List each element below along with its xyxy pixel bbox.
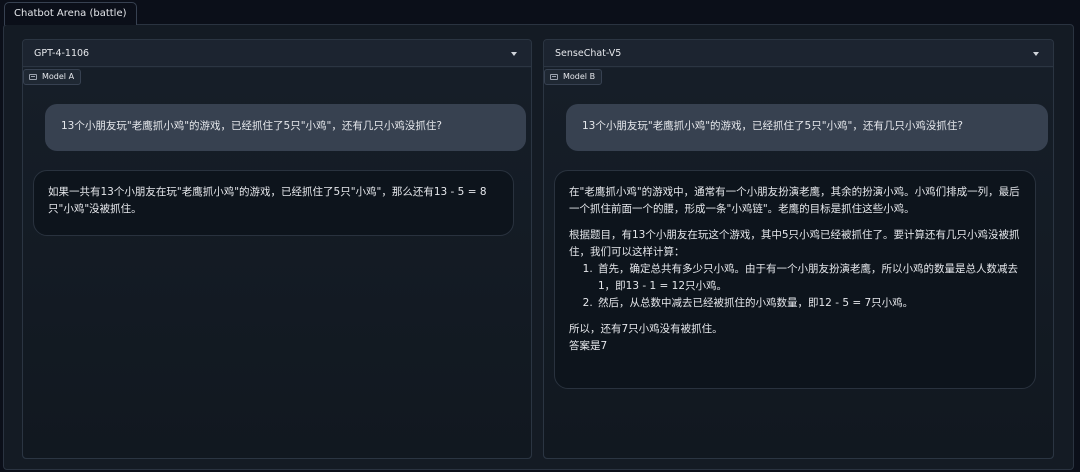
message-paragraph: 根据题目，有13个小朋友在玩这个游戏，其中5只小鸡已经被抓住了。要计算还有几只小… (569, 229, 1020, 258)
message-text: 13个小朋友玩"老鹰抓小鸡"的游戏，已经抓住了5只"小鸡"，还有几只小鸡没抓住? (582, 120, 963, 132)
chevron-down-icon (1033, 52, 1039, 56)
model-a-label: Model A (23, 69, 82, 85)
steps-list: 首先，确定总共有多少只小鸡。由于有一个小朋友扮演老鹰，所以小鸡的数量是总人数减去… (569, 261, 1021, 312)
list-item: 首先，确定总共有多少只小鸡。由于有一个小朋友扮演老鹰，所以小鸡的数量是总人数减去… (596, 261, 1021, 295)
model-b-selected-value: SenseChat-V5 (555, 48, 622, 59)
model-b-chatbot: Model B 13个小朋友玩"老鹰抓小鸡"的游戏，已经抓住了5只"小鸡"，还有… (544, 68, 1053, 458)
model-b-label: Model B (544, 69, 603, 85)
model-a-user-message: 13个小朋友玩"老鹰抓小鸡"的游戏，已经抓住了5只"小鸡"，还有几只小鸡没抓住? (45, 104, 526, 151)
message-paragraph: 在"老鹰抓小鸡"的游戏中，通常有一个小朋友扮演老鹰，其余的扮演小鸡。小鸡们排成一… (569, 186, 1020, 215)
model-a-chatbot: Model A 13个小朋友玩"老鹰抓小鸡"的游戏，已经抓住了5只"小鸡"，还有… (23, 68, 531, 458)
model-b-label-text: Model B (563, 72, 596, 81)
model-a-selector[interactable]: GPT-4-1106 (23, 40, 531, 67)
list-item: 然后，从总数中减去已经被抓住的小鸡数量，即12 - 5 = 7只小鸡。 (596, 295, 1021, 312)
message-paragraph: 答案是7 (569, 340, 608, 352)
chat-icon (29, 74, 37, 80)
message-paragraph: 所以，还有7只小鸡没有被抓住。 (569, 323, 723, 335)
tab-chatbot-arena-battle[interactable]: Chatbot Arena (battle) (4, 2, 137, 25)
model-a-selected-value: GPT-4-1106 (34, 48, 90, 59)
model-b-selector[interactable]: SenseChat-V5 (544, 40, 1053, 67)
model-b-bot-message: 在"老鹰抓小鸡"的游戏中，通常有一个小朋友扮演老鹰，其余的扮演小鸡。小鸡们排成一… (554, 170, 1036, 389)
model-a-label-text: Model A (42, 72, 75, 81)
tab-bar: Chatbot Arena (battle) (0, 0, 1080, 25)
model-b-column: SenseChat-V5 Model B 13个小朋友玩"老鹰抓小鸡"的游戏，已… (543, 39, 1054, 459)
chevron-down-icon (511, 52, 517, 56)
message-text: 13个小朋友玩"老鹰抓小鸡"的游戏，已经抓住了5只"小鸡"，还有几只小鸡没抓住? (61, 120, 442, 132)
model-b-user-message: 13个小朋友玩"老鹰抓小鸡"的游戏，已经抓住了5只"小鸡"，还有几只小鸡没抓住? (566, 104, 1048, 151)
message-text: 如果一共有13个小朋友在玩"老鹰抓小鸡"的游戏，已经抓住了5只"小鸡"，那么还有… (48, 186, 487, 215)
model-a-column: GPT-4-1106 Model A 13个小朋友玩"老鹰抓小鸡"的游戏，已经抓… (22, 39, 532, 459)
chat-icon (550, 74, 558, 80)
model-a-bot-message: 如果一共有13个小朋友在玩"老鹰抓小鸡"的游戏，已经抓住了5只"小鸡"，那么还有… (33, 170, 514, 236)
arena-panel: GPT-4-1106 Model A 13个小朋友玩"老鹰抓小鸡"的游戏，已经抓… (3, 24, 1074, 470)
